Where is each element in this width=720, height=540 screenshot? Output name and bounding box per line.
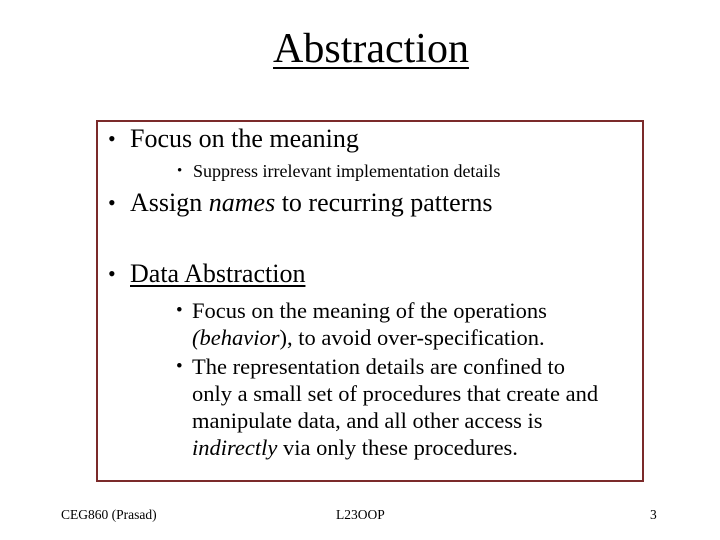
- bullet-icon: •: [108, 190, 116, 215]
- sub-bullet-suppress: • Suppress irrelevant implementation det…: [177, 160, 501, 182]
- bullet-text: Data Abstraction: [130, 259, 306, 288]
- bullet-data-abstraction: • Data Abstraction: [108, 259, 306, 289]
- slide-title: Abstraction: [273, 26, 469, 72]
- sub-bullet-line: only a small set of procedures that crea…: [192, 381, 599, 406]
- bullet-text-pre: Assign: [130, 188, 209, 217]
- bullet-icon: •: [176, 356, 183, 377]
- bullet-assign-names: • Assign names to recurring patterns: [108, 188, 493, 218]
- bullet-text-post: to recurring patterns: [281, 188, 493, 217]
- bullet-focus-meaning: • Focus on the meaning: [108, 124, 359, 154]
- footer-course: CEG860 (Prasad): [61, 507, 157, 522]
- sub-bullet-text: ), to avoid over-specification.: [279, 325, 545, 350]
- sub-bullet-focus-operations: • Focus on the meaning of the operations…: [176, 297, 547, 351]
- sub-bullet-line: indirectly via only these procedures.: [192, 434, 598, 461]
- sub-bullet-line: The representation details are confined …: [192, 354, 565, 379]
- bullet-text-emphasis: names: [208, 188, 276, 217]
- footer-page-number: 3: [650, 507, 657, 522]
- bullet-icon: •: [176, 300, 183, 321]
- sub-bullet-text: Suppress irrelevant implementation detai…: [193, 161, 501, 181]
- sub-bullet-emphasis: (behavior: [192, 325, 280, 350]
- sub-bullet-line: Focus on the meaning of the operations: [192, 298, 547, 323]
- sub-bullet-representation: • The representation details are confine…: [176, 353, 599, 461]
- footer-lecture: L23OOP: [336, 507, 385, 522]
- bullet-text: Focus on the meaning: [130, 124, 359, 153]
- sub-bullet-line: (behavior), to avoid over-specification.: [192, 324, 547, 351]
- sub-bullet-text: via only these procedures.: [277, 435, 518, 460]
- bullet-icon: •: [108, 126, 116, 151]
- sub-bullet-line: manipulate data, and all other access is: [192, 408, 543, 433]
- bullet-icon: •: [177, 163, 183, 179]
- bullet-icon: •: [108, 261, 116, 286]
- sub-bullet-emphasis: indirectly: [192, 435, 278, 460]
